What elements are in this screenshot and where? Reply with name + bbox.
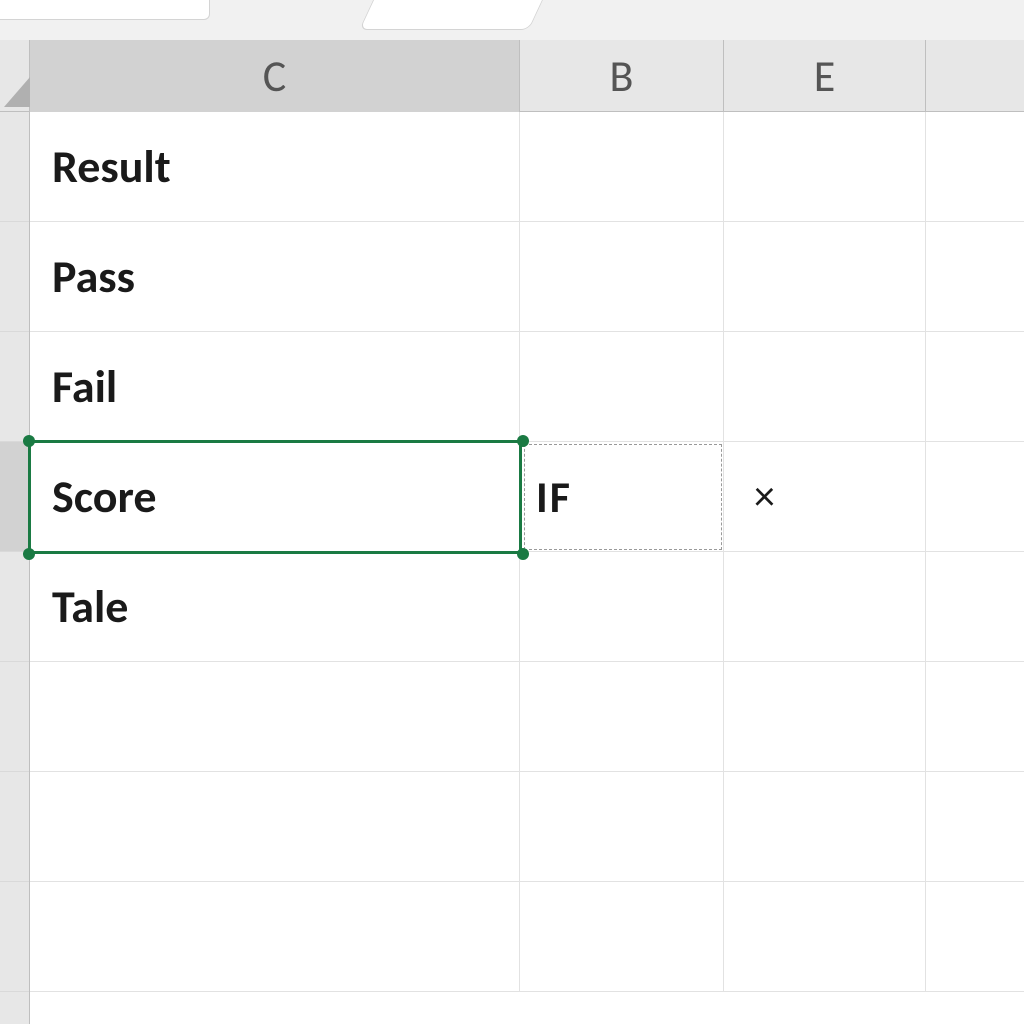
row-header[interactable] [0, 882, 29, 992]
cell-e3[interactable] [724, 332, 926, 442]
cell-text: IF [536, 470, 572, 524]
row-header[interactable] [0, 222, 29, 332]
row-header[interactable] [0, 332, 29, 442]
cell-text: Score [52, 469, 157, 525]
cell-e2[interactable] [724, 222, 926, 332]
cell-e4[interactable]: × [724, 442, 926, 552]
cell-empty[interactable] [926, 772, 1024, 882]
table-row: Pass [30, 222, 1024, 332]
cell-empty[interactable] [724, 772, 926, 882]
cell-empty[interactable] [30, 772, 520, 882]
selection-handle[interactable] [23, 435, 35, 447]
cell-empty[interactable] [724, 662, 926, 772]
table-row [30, 772, 1024, 882]
cell-text: Tale [52, 579, 128, 635]
table-row [30, 882, 1024, 992]
row-header[interactable] [0, 662, 29, 772]
cell-blank[interactable] [926, 112, 1024, 222]
cell-empty[interactable] [520, 772, 724, 882]
row-header-selected[interactable] [0, 442, 29, 552]
cell-c4-active[interactable]: Score [30, 442, 520, 552]
cell-b3[interactable] [520, 332, 724, 442]
cell-empty[interactable] [30, 662, 520, 772]
cell-c2[interactable]: Pass [30, 222, 520, 332]
column-header-c[interactable]: C [30, 40, 520, 112]
cell-empty[interactable] [926, 882, 1024, 992]
selection-handle[interactable] [517, 548, 529, 560]
cell-empty[interactable] [520, 882, 724, 992]
table-row: Score IF × [30, 442, 1024, 552]
cell-blank[interactable] [926, 442, 1024, 552]
row-header[interactable] [0, 772, 29, 882]
table-row [30, 662, 1024, 772]
column-header-b[interactable]: B [520, 40, 724, 112]
cell-blank[interactable] [926, 222, 1024, 332]
cell-b5[interactable] [520, 552, 724, 662]
cell-empty[interactable] [30, 882, 520, 992]
close-icon[interactable]: × [754, 471, 775, 522]
table-row: Tale [30, 552, 1024, 662]
row-header-gutter[interactable] [0, 40, 30, 1024]
grid: Result Pass Fail Score IF × Tale [30, 112, 1024, 1024]
cell-e5[interactable] [724, 552, 926, 662]
toolbar-fragment [0, 0, 1024, 40]
cell-blank[interactable] [926, 552, 1024, 662]
cell-c5[interactable]: Tale [30, 552, 520, 662]
select-all-corner[interactable] [0, 40, 29, 112]
cell-empty[interactable] [724, 882, 926, 992]
cell-b2[interactable] [520, 222, 724, 332]
cell-c3[interactable]: Fail [30, 332, 520, 442]
cell-b1[interactable] [520, 112, 724, 222]
cell-text: Fail [52, 359, 117, 415]
select-all-icon [4, 77, 30, 107]
cell-empty[interactable] [926, 662, 1024, 772]
cell-text: Result [52, 139, 171, 195]
spreadsheet-area: C B E Result Pass Fail Score IF × [0, 40, 1024, 1024]
cell-c1[interactable]: Result [30, 112, 520, 222]
table-row: Result [30, 112, 1024, 222]
selection-handle[interactable] [23, 548, 35, 560]
toolbar-left-fragment [0, 0, 210, 20]
cell-e1[interactable] [724, 112, 926, 222]
row-header[interactable] [0, 552, 29, 662]
selection-handle[interactable] [517, 435, 529, 447]
toolbar-notch-fragment [359, 0, 543, 30]
column-header-blank[interactable] [926, 40, 1024, 112]
cell-blank[interactable] [926, 332, 1024, 442]
cell-text: Pass [52, 249, 135, 305]
cell-empty[interactable] [520, 662, 724, 772]
cell-b4[interactable]: IF [520, 442, 724, 552]
column-header-e[interactable]: E [724, 40, 926, 112]
column-headers: C B E [30, 40, 1024, 112]
row-header[interactable] [0, 112, 29, 222]
table-row: Fail [30, 332, 1024, 442]
